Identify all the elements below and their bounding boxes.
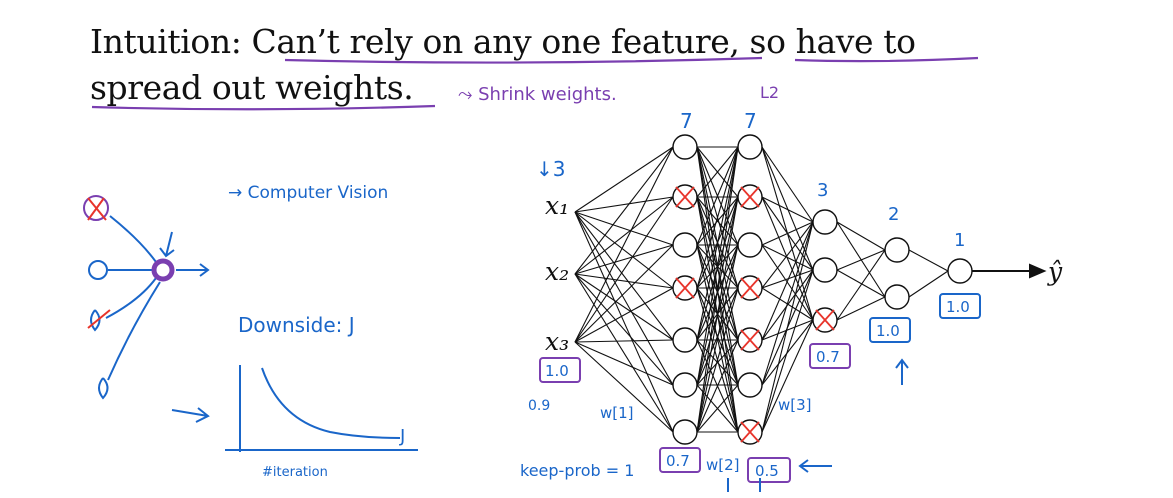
input-x1: x₁ <box>545 191 569 220</box>
edge-l4-0-0 <box>908 249 949 272</box>
arrow-left-layer2 <box>798 459 832 473</box>
keep-prob-layer2: 0.5 <box>755 462 779 480</box>
keep-prob-layer5: 1.0 <box>946 298 970 316</box>
central-neuron <box>151 258 175 282</box>
input-x2: x₂ <box>545 257 569 286</box>
input-node-4 <box>98 377 109 400</box>
edge-l2-2-2 <box>761 244 814 321</box>
neuron-layer1-7 <box>672 419 698 445</box>
title-underline-have-to <box>794 56 979 63</box>
downside-note: Downside: J <box>238 313 355 337</box>
neuron-layer3-2 <box>812 257 838 283</box>
neuron-layer4-1 <box>884 237 910 263</box>
input-node-2 <box>88 260 108 280</box>
edge-4 <box>107 281 161 381</box>
edge-l2-1-0 <box>761 196 814 223</box>
neuron-layer2-1 <box>737 134 763 160</box>
neuron-layer1-5 <box>672 327 698 353</box>
layer3-size: 3 <box>817 180 828 201</box>
edge-l0-2-5 <box>574 341 674 386</box>
edge-l2-3-1 <box>761 269 814 289</box>
input-x3: x₃ <box>545 327 569 356</box>
keep-prob-input: 1.0 <box>545 362 569 380</box>
output-arrow-net <box>972 263 1047 279</box>
shrink-weights-note: ⤳ Shrink weights. <box>458 84 617 105</box>
edge-3 <box>105 277 157 319</box>
input-node-1-cross <box>87 197 107 221</box>
drawing-layer: ⤳ Shrink weights. L2 → Computer Vision D… <box>83 56 1063 492</box>
layer2-size: 7 <box>744 109 757 133</box>
edge-l3-0-0 <box>836 221 886 251</box>
edge-l2-5-0 <box>761 221 814 386</box>
neuron-layer2-6 <box>737 372 763 398</box>
neuron-layer1-1 <box>672 134 698 160</box>
edge-1 <box>109 215 157 263</box>
keep-prob-layer1: 0.7 <box>666 452 690 470</box>
edge-l2-2-0 <box>761 221 814 246</box>
edge-l2-0-0 <box>761 146 814 223</box>
edge-l3-2-1 <box>836 296 886 321</box>
neuron-layer1-6 <box>672 372 698 398</box>
w1-label: w[1] <box>600 404 634 422</box>
neuron-layer1-3 <box>672 232 698 258</box>
arrow-down-small <box>159 231 175 258</box>
layer1-size: 7 <box>680 109 693 133</box>
edge-l0-0-0 <box>574 146 674 213</box>
edge-l0-0-2 <box>574 211 674 246</box>
cost-curve <box>261 367 401 439</box>
layer5-size: 1 <box>954 230 965 251</box>
w2-label: w[2] <box>706 456 740 474</box>
l2-note: L2 <box>760 83 779 102</box>
iteration-label: #iteration <box>262 465 328 480</box>
edge-l3-1-1 <box>836 269 886 298</box>
edge-l0-1-0 <box>574 146 674 275</box>
keep-prob-note: keep-prob = 1 <box>520 461 634 480</box>
output-yhat: ŷ <box>1047 257 1063 286</box>
keep-prob-layer4: 1.0 <box>876 322 900 340</box>
cost-curve-label: J <box>399 426 405 447</box>
output-arrow <box>176 263 210 277</box>
edge-l0-2-3 <box>574 287 674 343</box>
computer-vision-note: → Computer Vision <box>228 183 388 203</box>
neuron-layer2-3 <box>737 232 763 258</box>
w3-label: w[3] <box>778 396 812 414</box>
down-arrow-3: ↓3 <box>536 157 565 181</box>
keep-prob-layer3: 0.7 <box>816 348 840 366</box>
single-neuron-sketch <box>83 195 210 400</box>
layer4-size: 2 <box>888 204 899 225</box>
neuron-layer4-2 <box>884 284 910 310</box>
title-underline-spread <box>91 104 436 111</box>
slide-canvas: Intuition: Can’t rely on any one feature… <box>0 0 1173 498</box>
edge-l0-1-1 <box>574 196 674 275</box>
arrow-to-plot <box>171 407 210 423</box>
neuron-layer3-1 <box>812 209 838 235</box>
neuron-layer5-1 <box>947 258 973 284</box>
edge-l2-2-1 <box>761 244 814 271</box>
title-underline-feature <box>284 56 763 64</box>
input-keep-note: 0.9 <box>528 398 550 414</box>
cost-plot-sketch <box>171 365 418 452</box>
edge-l0-2-4 <box>574 339 674 343</box>
arrow-up-layer4 <box>895 358 909 385</box>
